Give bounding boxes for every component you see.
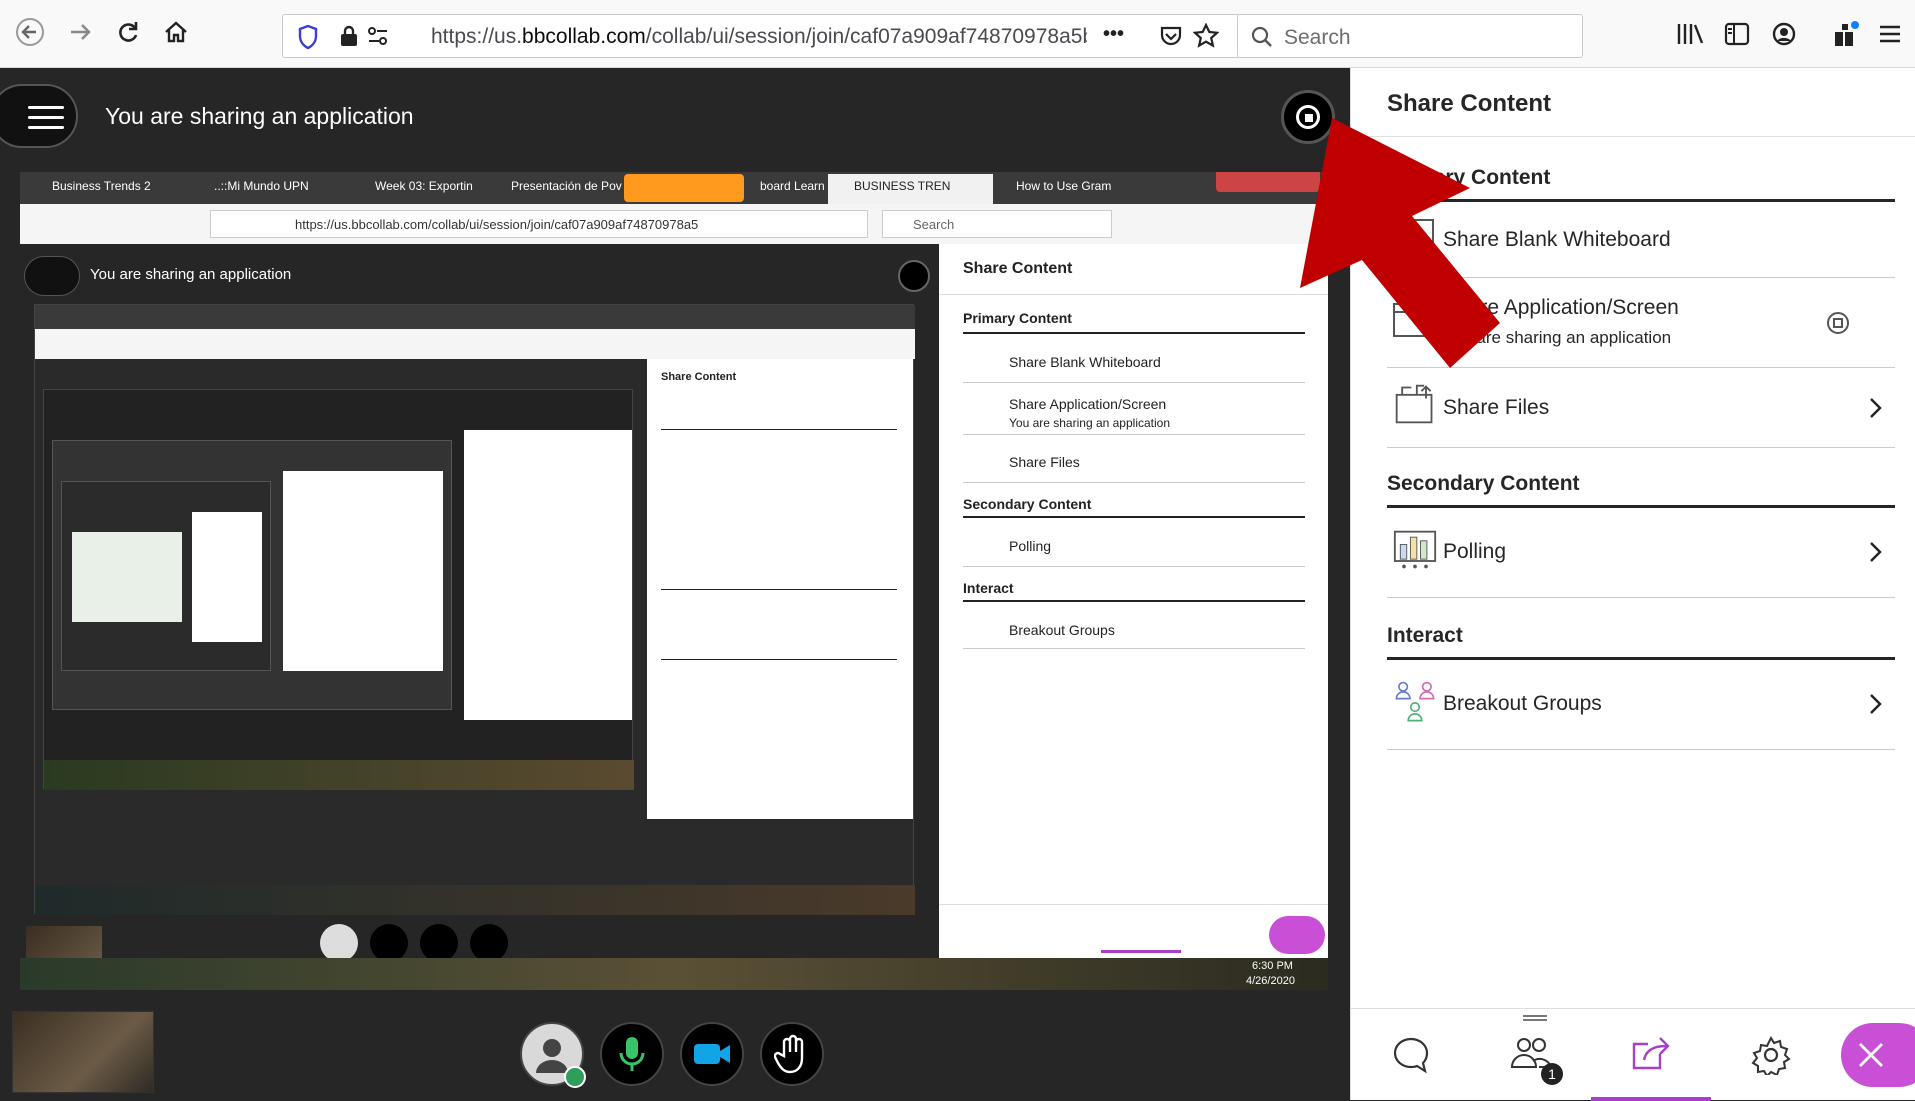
nested-primary-heading: Primary Content xyxy=(963,310,1072,326)
files-icon xyxy=(1395,384,1433,424)
nested-tab: Business Trends 2 xyxy=(52,179,151,193)
nested-tab: Presentación de Pov xyxy=(511,179,622,193)
shared-application-view: Business Trends 2 ..::Mi Mundo UPN Week … xyxy=(20,172,1328,990)
nested-secondary-heading: Secondary Content xyxy=(963,496,1092,512)
polling-label: Polling xyxy=(1443,540,1507,563)
nested-tab: ..::Mi Mundo UPN xyxy=(214,179,309,193)
breakout-groups-icon xyxy=(1395,681,1435,722)
gear-icon xyxy=(1751,1035,1791,1075)
chevron-right-icon xyxy=(1870,542,1882,562)
bookmark-star-icon[interactable] xyxy=(1193,23,1219,49)
close-icon xyxy=(1859,1043,1883,1067)
share-content-icon xyxy=(1632,1037,1670,1070)
home-button[interactable] xyxy=(158,14,194,50)
permissions-icon xyxy=(368,27,387,45)
tab-settings[interactable] xyxy=(1711,1009,1831,1101)
search-icon xyxy=(1251,26,1272,47)
self-video-thumbnail[interactable] xyxy=(12,1011,154,1093)
recursive-share-level-2: Share Content xyxy=(34,304,915,915)
forward-arrow-icon xyxy=(71,24,91,40)
reload-button[interactable] xyxy=(110,14,146,50)
nested-breakout-label: Breakout Groups xyxy=(1009,622,1115,638)
nested-polling-label: Polling xyxy=(1009,538,1052,554)
camera-icon xyxy=(694,1044,730,1064)
nested-files-label: Share Files xyxy=(1009,454,1080,470)
chevron-right-icon xyxy=(1870,398,1882,418)
nested-share-panel: Share Content Primary Content Share Blan… xyxy=(939,244,1328,958)
nested-browser-toolbar: https://us.bbcollab.com/collab/ui/sessio… xyxy=(20,204,1328,244)
url-text: https://us.bbcollab.com/collab/ui/sessio… xyxy=(431,25,1087,48)
home-icon xyxy=(165,21,187,43)
attendee-count-badge: 1 xyxy=(1541,1063,1563,1085)
back-arrow-icon xyxy=(16,18,44,46)
nested-sharing-text: You are sharing an application xyxy=(90,266,292,283)
pocket-icon[interactable] xyxy=(1159,24,1183,48)
forward-button[interactable] xyxy=(62,14,98,50)
interact-heading: Interact xyxy=(1387,624,1463,647)
sidebar-icon[interactable] xyxy=(1724,22,1750,46)
annotation-arrow-icon xyxy=(1300,118,1500,368)
breakout-groups-item[interactable]: Breakout Groups xyxy=(1387,660,1895,750)
nested-clock-time: 6:30 PM xyxy=(1252,960,1293,972)
chat-icon xyxy=(1393,1037,1429,1074)
sharing-status-text: You are sharing an application xyxy=(105,103,414,129)
nested-panel-title: Share Content xyxy=(963,260,1073,277)
microphone-button[interactable] xyxy=(600,1022,664,1086)
browser-toolbar: https://us.bbcollab.com/collab/ui/sessio… xyxy=(0,0,1915,68)
nested-stage: You are sharing an application Share Con… xyxy=(20,244,939,990)
nested-toolbar-icons xyxy=(624,174,744,202)
session-stage: You are sharing an application Business … xyxy=(0,68,1350,1100)
search-input[interactable]: Search xyxy=(1237,14,1583,58)
panel-title: Share Content xyxy=(1387,90,1552,117)
chevron-right-icon xyxy=(1870,694,1882,714)
hamburger-menu-icon[interactable] xyxy=(1878,24,1902,44)
library-icon[interactable] xyxy=(1676,22,1704,46)
nested-taskbar: 6:30 PM 4/26/2020 xyxy=(20,958,1328,990)
share-files-item[interactable]: Share Files xyxy=(1387,368,1895,448)
recursive-share-level-3 xyxy=(43,389,634,790)
search-placeholder: Search xyxy=(1284,26,1351,49)
extensions-icon[interactable] xyxy=(1832,20,1860,48)
nested-tab-strip: Business Trends 2 ..::Mi Mundo UPN Week … xyxy=(20,172,1328,204)
nested-url-bar: https://us.bbcollab.com/collab/ui/sessio… xyxy=(210,210,868,238)
nested-app-sub: You are sharing an application xyxy=(1009,416,1171,430)
account-icon[interactable] xyxy=(1772,22,1796,46)
tab-share-content[interactable] xyxy=(1591,1009,1711,1101)
session-menu-button[interactable] xyxy=(0,84,78,148)
raise-hand-button[interactable] xyxy=(760,1022,824,1086)
url-bar[interactable]: https://us.bbcollab.com/collab/ui/sessio… xyxy=(282,14,1240,58)
nested-tab: board Learn xyxy=(760,179,825,193)
lock-icon xyxy=(341,25,357,46)
status-check-icon xyxy=(564,1066,586,1088)
panel-tab-bar: 1 xyxy=(1351,1008,1915,1101)
polling-icon xyxy=(1393,530,1437,569)
polling-item[interactable]: Polling xyxy=(1387,508,1895,598)
close-panel-button[interactable] xyxy=(1841,1023,1915,1087)
share-files-label: Share Files xyxy=(1443,396,1550,419)
profile-button[interactable] xyxy=(520,1022,586,1088)
back-button[interactable] xyxy=(12,14,48,50)
nested-search: Search xyxy=(882,210,1112,238)
nested-whiteboard-label: Share Blank Whiteboard xyxy=(1009,354,1161,370)
microphone-icon xyxy=(619,1037,645,1071)
nested-interact-heading: Interact xyxy=(963,580,1014,596)
hand-icon xyxy=(774,1034,804,1074)
nested-tab: How to Use Gram xyxy=(1016,179,1112,193)
secondary-content-heading: Secondary Content xyxy=(1387,472,1580,495)
stop-share-icon[interactable] xyxy=(1825,310,1851,336)
tracking-shield-icon xyxy=(298,24,318,50)
nested-url-text: https://us.bbcollab.com/collab/ui/sessio… xyxy=(295,217,699,232)
nested-clock-date: 4/26/2020 xyxy=(1246,975,1295,987)
nested-search-placeholder: Search xyxy=(913,217,955,232)
reload-icon xyxy=(119,22,138,42)
breakout-groups-label: Breakout Groups xyxy=(1443,692,1602,715)
nested-app-label: Share Application/Screen xyxy=(1009,396,1167,412)
tab-chat[interactable] xyxy=(1351,1009,1471,1101)
nested-tab-active: BUSINESS TREN xyxy=(854,179,951,193)
tab-attendees[interactable]: 1 xyxy=(1471,1009,1591,1101)
nested-tab: Week 03: Exportin xyxy=(375,179,473,193)
level2-panel-title: Share Content xyxy=(661,371,737,383)
camera-button[interactable] xyxy=(680,1022,744,1086)
page-actions-icon[interactable]: ••• xyxy=(1103,23,1124,46)
